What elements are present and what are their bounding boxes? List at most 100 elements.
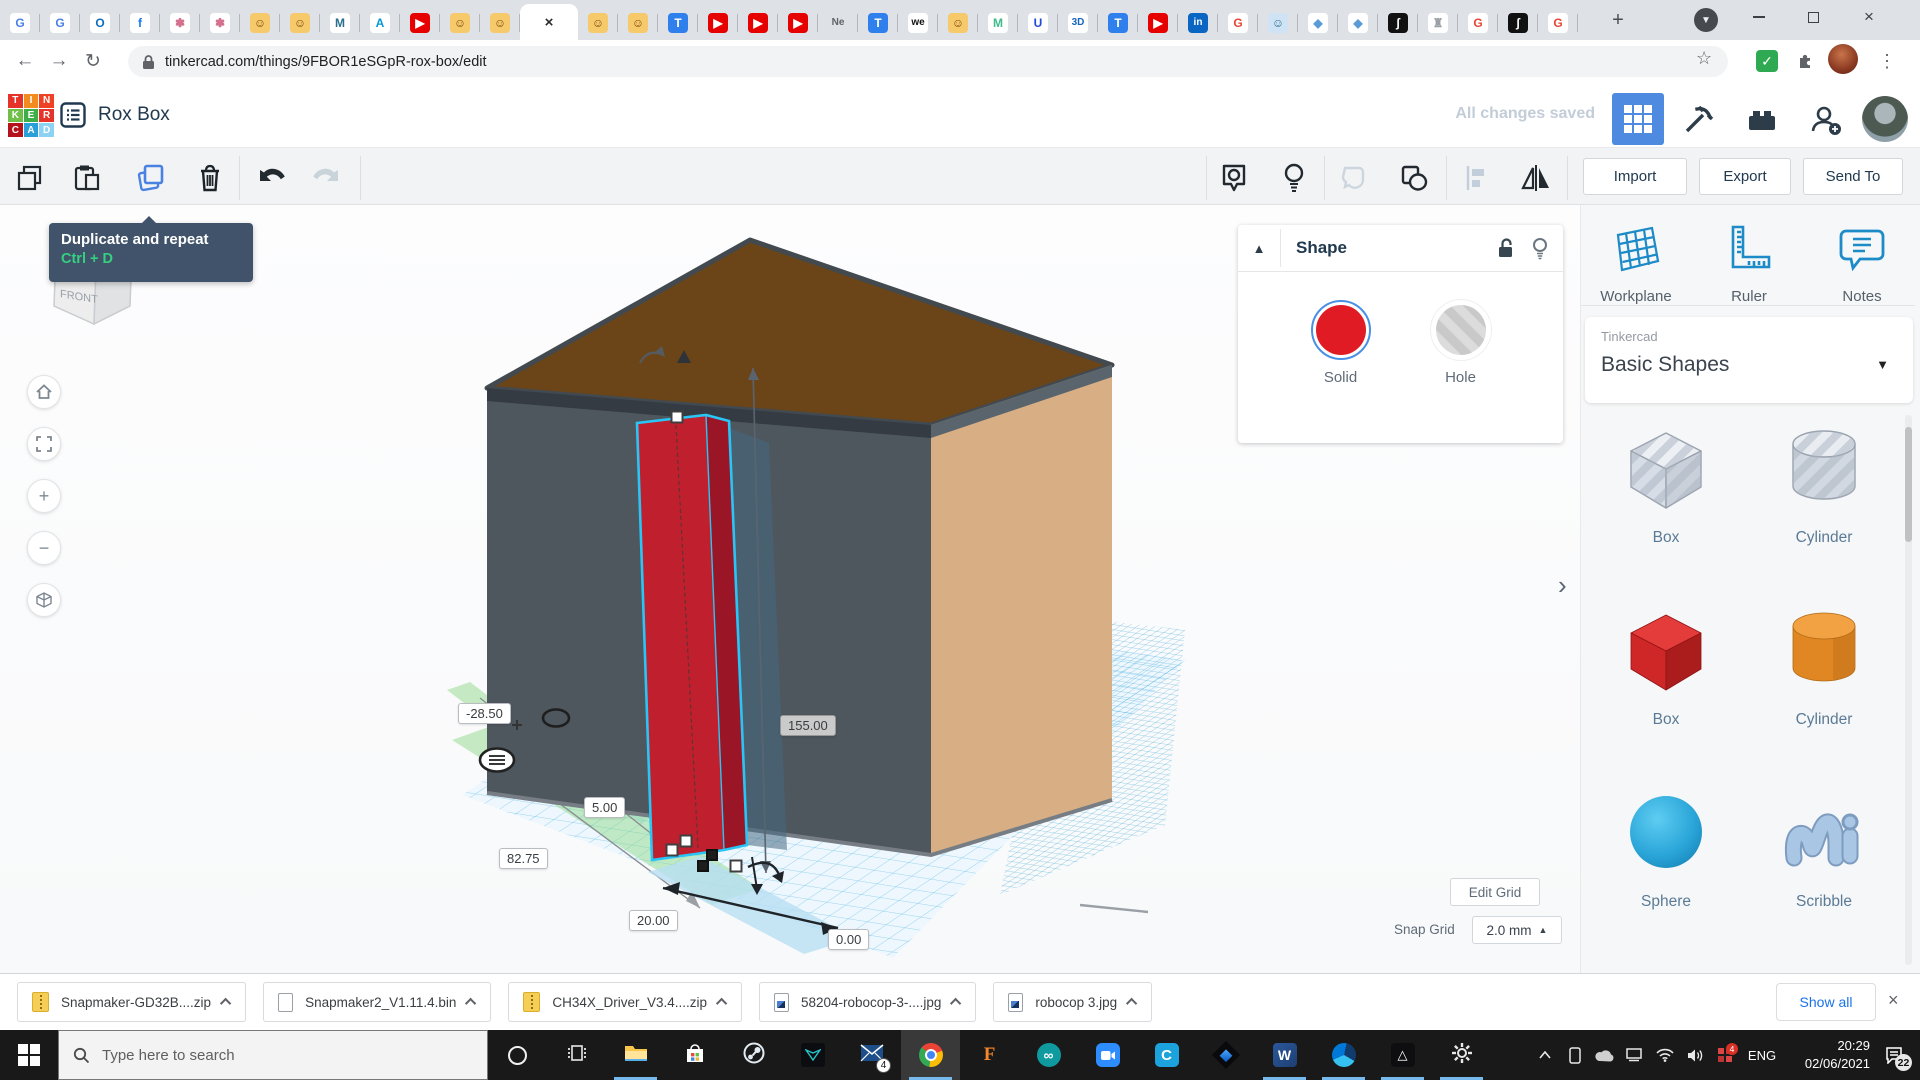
reload-button[interactable]: ↻: [76, 44, 110, 78]
paste-button[interactable]: [68, 160, 104, 196]
taskbar-app-task-view[interactable]: [547, 1030, 606, 1080]
sidebar-scrollbar-thumb[interactable]: [1905, 427, 1912, 542]
export-button[interactable]: Export: [1699, 158, 1791, 195]
browser-profile-avatar[interactable]: [1828, 44, 1858, 74]
show-all-button[interactable]: [1216, 160, 1252, 196]
browser-tab[interactable]: in: [1178, 6, 1218, 40]
browser-tab[interactable]: ▶: [1138, 6, 1178, 40]
tray-expand-chevron[interactable]: [1532, 1035, 1558, 1075]
action-center-button[interactable]: 22: [1874, 1035, 1914, 1075]
browser-tab[interactable]: ☺: [240, 6, 280, 40]
dim-label-z[interactable]: 0.00: [828, 929, 869, 950]
taskbar-app-fusion360[interactable]: F: [960, 1030, 1019, 1080]
download-menu-chevron[interactable]: [465, 998, 476, 1009]
dashboard-grid-button[interactable]: [1612, 93, 1664, 145]
extensions-puzzle-icon[interactable]: [1790, 46, 1820, 76]
taskbar-app-word[interactable]: W: [1255, 1030, 1314, 1080]
browser-tab[interactable]: G: [40, 6, 80, 40]
browser-tab[interactable]: ☺: [440, 6, 480, 40]
browser-tab[interactable]: M: [320, 6, 360, 40]
new-tab-button[interactable]: +: [1604, 6, 1632, 34]
box-model[interactable]: [487, 240, 1112, 855]
browser-tab[interactable]: we: [898, 6, 938, 40]
downloads-show-all-button[interactable]: Show all: [1776, 983, 1876, 1021]
download-item[interactable]: CH34X_Driver_V3.4....zip: [508, 982, 742, 1022]
share-invite-button[interactable]: [1806, 100, 1846, 140]
shape-card-cylinder[interactable]: Cylinder: [1745, 602, 1903, 729]
browser-tab[interactable]: ☺: [938, 6, 978, 40]
design-title[interactable]: Rox Box: [98, 104, 170, 126]
taskbar-app-store[interactable]: [665, 1030, 724, 1080]
browser-tab[interactable]: ☺: [480, 6, 520, 40]
send-to-button[interactable]: Send To: [1803, 158, 1903, 195]
browser-tab[interactable]: T: [858, 6, 898, 40]
taskbar-app-snapmaker[interactable]: [1196, 1030, 1255, 1080]
dim-label-offset[interactable]: 82.75: [499, 848, 548, 869]
display-device-icon[interactable]: [1622, 1035, 1648, 1075]
taskbar-app-file-explorer[interactable]: [606, 1030, 665, 1080]
browser-tab[interactable]: ♜: [1418, 6, 1458, 40]
browser-tab[interactable]: T: [1098, 6, 1138, 40]
browser-tab[interactable]: ◆: [1298, 6, 1338, 40]
browser-tab[interactable]: U: [1018, 6, 1058, 40]
undo-button[interactable]: [254, 160, 290, 196]
align-button-disabled[interactable]: [1458, 160, 1494, 196]
minecraft-export-button[interactable]: [1678, 100, 1718, 140]
taskbar-app-settings[interactable]: [1432, 1030, 1491, 1080]
download-menu-chevron[interactable]: [1126, 998, 1137, 1009]
window-maximize-button[interactable]: [1790, 0, 1836, 34]
language-indicator[interactable]: ENG: [1742, 1048, 1782, 1063]
zoom-out-button[interactable]: −: [27, 531, 61, 565]
download-menu-chevron[interactable]: [220, 998, 231, 1009]
solid-option[interactable]: Solid: [1311, 300, 1371, 386]
taskbar-app-chrome[interactable]: [901, 1030, 960, 1080]
taskbar-app-steam[interactable]: [724, 1030, 783, 1080]
download-item[interactable]: Snapmaker-GD32B....zip: [17, 982, 246, 1022]
hidden-objects-button[interactable]: [1276, 160, 1312, 196]
browser-tab[interactable]: G: [1538, 6, 1578, 40]
ungroup-button[interactable]: [1396, 160, 1432, 196]
browser-tab[interactable]: ▶: [738, 6, 778, 40]
browser-tab[interactable]: A: [360, 6, 400, 40]
browser-tab[interactable]: O: [80, 6, 120, 40]
shape-card-scribble[interactable]: Scribble: [1745, 784, 1903, 911]
hole-option[interactable]: Hole: [1431, 300, 1491, 386]
volume-icon[interactable]: [1682, 1035, 1708, 1075]
browser-tab[interactable]: G: [1458, 6, 1498, 40]
download-item[interactable]: Snapmaker2_V1.11.4.bin: [263, 982, 491, 1022]
downloads-close-button[interactable]: ×: [1888, 990, 1899, 1011]
redo-button[interactable]: [308, 160, 344, 196]
clock[interactable]: 20:29 02/06/2021: [1786, 1037, 1870, 1072]
tab-search-button[interactable]: ▼: [1694, 8, 1718, 32]
forward-button[interactable]: →: [42, 44, 76, 78]
your-phone-icon[interactable]: [1562, 1035, 1588, 1075]
taskbar-app-cura[interactable]: C: [1137, 1030, 1196, 1080]
taskbar-app-arduino[interactable]: ∞: [1019, 1030, 1078, 1080]
perspective-toggle-button[interactable]: [27, 583, 61, 617]
panel-collapse-button[interactable]: ▲: [1238, 241, 1280, 256]
active-tab[interactable]: ×: [520, 4, 578, 40]
fit-view-button[interactable]: [27, 427, 61, 461]
mirror-button[interactable]: [1518, 160, 1554, 196]
browser-tab[interactable]: ☺: [618, 6, 658, 40]
onedrive-cloud-icon[interactable]: [1592, 1035, 1618, 1075]
taskbar-app-zoom[interactable]: [1078, 1030, 1137, 1080]
zoom-in-button[interactable]: +: [27, 479, 61, 513]
browser-tab[interactable]: ✽: [160, 6, 200, 40]
workplane-tool[interactable]: Workplane: [1581, 223, 1691, 305]
wifi-icon[interactable]: [1652, 1035, 1678, 1075]
browser-tab[interactable]: ☺: [1258, 6, 1298, 40]
sidebar-collapse-chevron[interactable]: ›: [1558, 570, 1567, 601]
window-close-button[interactable]: ×: [1846, 0, 1892, 34]
ruler-tool[interactable]: Ruler: [1694, 223, 1804, 305]
tinkercad-logo[interactable]: TINKERCAD: [8, 94, 54, 137]
taskbar-app-cortana[interactable]: [488, 1030, 547, 1080]
download-menu-chevron[interactable]: [950, 998, 961, 1009]
shape-card-box[interactable]: Box: [1587, 602, 1745, 729]
extension-check-icon[interactable]: ✓: [1752, 46, 1782, 76]
notes-tool[interactable]: Notes: [1807, 223, 1917, 305]
browser-menu-button[interactable]: ⋮: [1872, 46, 1902, 76]
taskbar-search-box[interactable]: Type here to search: [58, 1030, 488, 1080]
brick-export-button[interactable]: [1742, 100, 1782, 140]
window-minimize-button[interactable]: [1736, 0, 1782, 34]
